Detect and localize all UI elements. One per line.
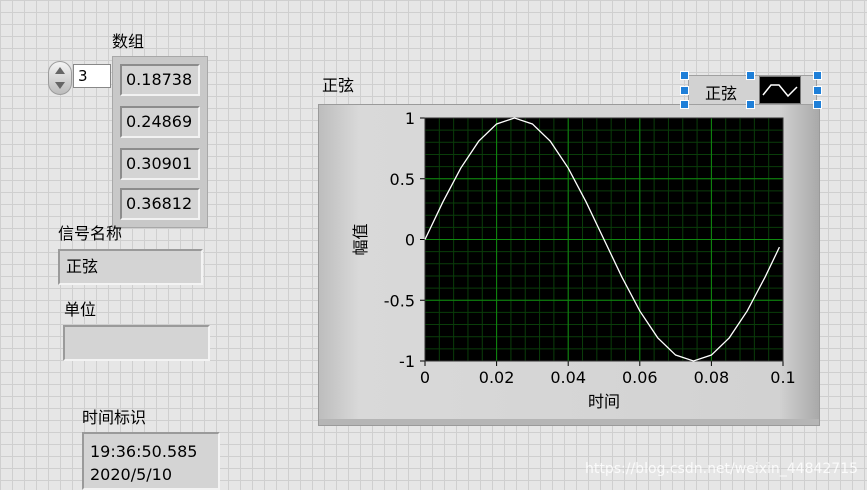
y-tick-label: 0.5 — [390, 170, 415, 189]
selection-handle[interactable] — [813, 100, 822, 109]
x-axis-label: 时间 — [588, 392, 620, 411]
selection-handle[interactable] — [813, 71, 822, 80]
unit-label: 单位 — [64, 300, 97, 319]
y-tick-label: -1 — [399, 352, 415, 371]
y-tick-label: 0 — [405, 231, 415, 250]
waveform-chart: 0 0.02 0.04 0.06 0.08 0.1 1 0.5 0 -0.5 -1 时间 幅值 — [351, 109, 796, 411]
index-spinner[interactable] — [48, 61, 72, 95]
x-tick-label: 0 — [420, 368, 430, 387]
graph-label: 正弦 — [322, 76, 355, 95]
x-tick-label: 0.02 — [479, 368, 515, 387]
signal-name-label: 信号名称 — [58, 224, 123, 243]
array-element[interactable]: 0.24869 — [120, 106, 200, 138]
unit-indicator — [63, 325, 210, 361]
array-element[interactable]: 0.36812 — [120, 188, 200, 220]
x-tick-label: 0.1 — [770, 368, 795, 387]
selection-handle[interactable] — [813, 86, 822, 95]
x-tick-label: 0.04 — [550, 368, 586, 387]
x-tick-label: 0.08 — [694, 368, 730, 387]
timestamp-label: 时间标识 — [82, 408, 147, 427]
legend-line-icon[interactable] — [759, 76, 801, 104]
selection-handle[interactable] — [746, 71, 755, 80]
timestamp-indicator: 19:36:50.585 2020/5/10 — [82, 432, 220, 490]
array-index-control[interactable]: 3 — [48, 61, 118, 95]
spin-up-icon[interactable] — [55, 67, 65, 74]
array-label: 数组 — [112, 32, 145, 51]
sine-icon — [762, 84, 798, 98]
y-axis-label: 幅值 — [351, 223, 370, 255]
array-index-input[interactable]: 3 — [73, 64, 111, 88]
timestamp-date: 2020/5/10 — [90, 465, 173, 484]
y-tick-label: 1 — [405, 109, 415, 128]
x-tick-label: 0.06 — [622, 368, 658, 387]
timestamp-time: 19:36:50.585 — [90, 442, 198, 461]
watermark: https://blog.csdn.net/weixin_44842715 — [585, 461, 859, 477]
array-element[interactable]: 0.18738 — [120, 64, 200, 96]
selection-handle[interactable] — [680, 86, 689, 95]
spin-down-icon[interactable] — [55, 82, 65, 89]
signal-name-indicator: 正弦 — [58, 249, 203, 285]
legend-plot-name: 正弦 — [705, 84, 738, 103]
selection-handle[interactable] — [680, 71, 689, 80]
selection-handle[interactable] — [746, 100, 755, 109]
array-element[interactable]: 0.30901 — [120, 148, 200, 180]
selection-handle[interactable] — [680, 100, 689, 109]
y-tick-label: -0.5 — [384, 291, 415, 310]
